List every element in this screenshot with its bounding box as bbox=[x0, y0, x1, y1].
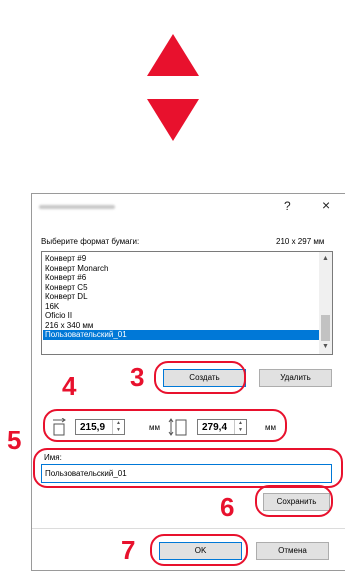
scrollbar-thumb[interactable] bbox=[321, 315, 330, 341]
scroll-down-arrow-icon[interactable] bbox=[147, 99, 199, 141]
scroll-up-arrow-icon[interactable] bbox=[147, 34, 199, 76]
paper-list-item[interactable]: Конверт #6 bbox=[43, 273, 319, 283]
scrollbar-down-icon[interactable]: ▼ bbox=[322, 343, 329, 350]
paper-format-label: Выберите формат бумаги: bbox=[41, 237, 140, 246]
callout-6: 6 bbox=[220, 492, 235, 522]
callout-ring-name bbox=[33, 448, 343, 488]
paper-list-item[interactable]: Oficio II bbox=[43, 311, 319, 321]
paper-list-item[interactable]: Конверт Monarch bbox=[43, 264, 319, 274]
scrollbar-up-icon[interactable]: ▲ bbox=[322, 255, 329, 262]
listbox-scrollbar[interactable]: ▲ ▼ bbox=[319, 252, 332, 354]
help-button[interactable]: ? bbox=[284, 199, 291, 213]
paper-list-item[interactable]: Конверт #9 bbox=[43, 254, 319, 264]
callout-ring-save bbox=[255, 485, 333, 517]
dialog-separator bbox=[32, 528, 345, 529]
dialog-titlebar: ? × bbox=[32, 194, 345, 220]
close-button[interactable]: × bbox=[322, 197, 330, 213]
callout-ring-dimensions bbox=[43, 409, 287, 442]
paper-list-item[interactable]: Конверт C5 bbox=[43, 283, 319, 293]
callout-7: 7 bbox=[121, 535, 136, 565]
callout-5: 5 bbox=[7, 425, 22, 455]
dialog-title-blurred bbox=[39, 205, 115, 209]
paper-list-item[interactable]: 16K bbox=[43, 302, 319, 312]
callout-ring-create bbox=[154, 361, 246, 394]
cancel-button[interactable]: Отмена bbox=[256, 542, 329, 560]
callout-3: 3 bbox=[130, 362, 145, 392]
callout-ring-ok bbox=[150, 534, 248, 566]
paper-list-item[interactable]: Конверт DL bbox=[43, 292, 319, 302]
paper-format-listbox[interactable]: Конверт #9 Конверт Monarch Конверт #6 Конве… bbox=[41, 251, 333, 355]
paper-format-items: Конверт #9 Конверт Monarch Конверт #6 Конве… bbox=[43, 254, 319, 340]
paper-list-item[interactable]: Пользовательский_01 bbox=[43, 330, 319, 340]
paper-size-readout: 210 x 297 мм bbox=[276, 237, 325, 246]
delete-button[interactable]: Удалить bbox=[259, 369, 332, 387]
callout-4: 4 bbox=[62, 371, 77, 401]
page-root: ? × Выберите формат бумаги: 210 x 297 мм… bbox=[0, 0, 345, 571]
paper-list-item[interactable]: 216 x 340 мм bbox=[43, 321, 319, 331]
